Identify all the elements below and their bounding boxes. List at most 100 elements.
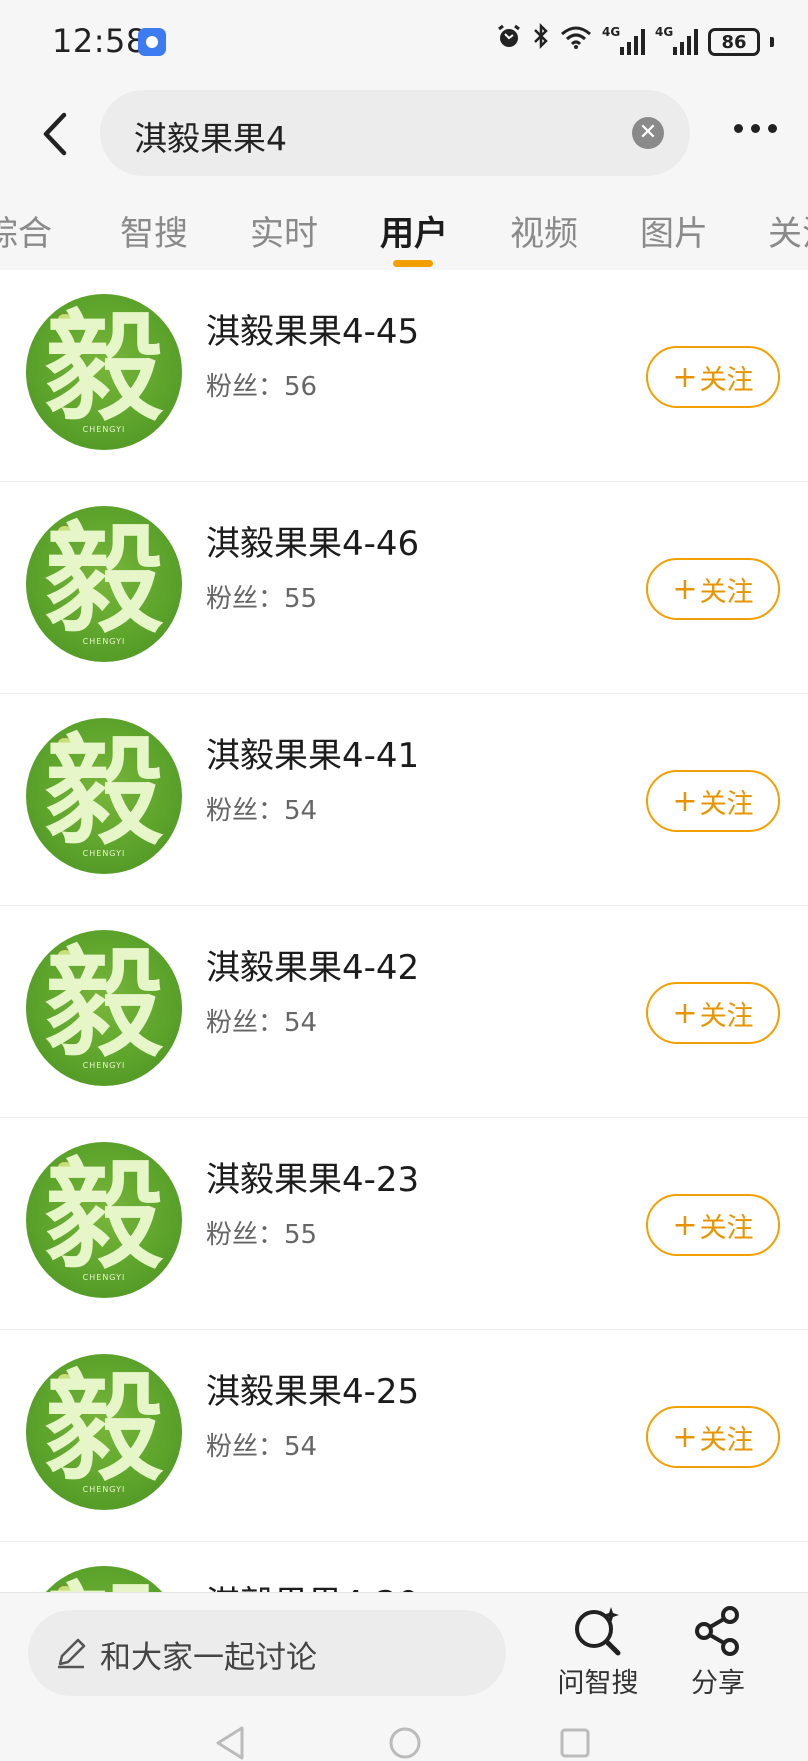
tab-comprehensive[interactable]: 综合 [0, 206, 52, 255]
follow-label: 关注 [699, 788, 754, 820]
follow-button[interactable]: + 关注 [646, 558, 780, 620]
avatar-caption: CHENGYI [82, 425, 126, 434]
status-time: 12:58 [52, 22, 147, 60]
share-icon [695, 1606, 739, 1656]
tab-videos[interactable]: 视频 [510, 206, 578, 255]
app-notification-icon [138, 28, 166, 56]
follow-label: 关注 [699, 1000, 754, 1032]
chevron-left-icon [43, 112, 67, 156]
user-row[interactable]: 毅 CHENGYI 淇毅果果4-23 粉丝：55 + 关注 [0, 1118, 808, 1330]
avatar[interactable]: 毅 [26, 1566, 182, 1592]
system-nav-bar [0, 1712, 808, 1761]
share-label: 分享 [691, 1668, 745, 1699]
user-name[interactable]: 淇毅果果4-25 [206, 1364, 419, 1413]
tab-realtime[interactable]: 实时 [250, 206, 318, 255]
status-bar: 12:58 4G 4G 86 [0, 0, 808, 84]
clear-search-button[interactable]: ✕ [632, 117, 664, 149]
follow-button[interactable]: + 关注 [646, 982, 780, 1044]
plus-icon: + [672, 359, 698, 395]
search-tabs: 综合 智搜 实时 用户 视频 图片 关注 [0, 184, 808, 270]
comment-input[interactable]: 和大家一起讨论 [28, 1610, 506, 1696]
avatar-caption: CHENGYI [82, 1273, 126, 1282]
wifi-icon [560, 22, 592, 62]
plus-icon: + [672, 1207, 698, 1243]
bottom-action-bar: 和大家一起讨论 问智搜 分享 [0, 1592, 808, 1712]
user-row[interactable]: 毅 CHENGYI 淇毅果果4-42 粉丝：54 + 关注 [0, 906, 808, 1118]
user-name[interactable]: 淇毅果果4-41 [206, 728, 419, 777]
avatar[interactable]: 毅 CHENGYI [26, 1142, 182, 1298]
avatar-caption: CHENGYI [82, 637, 126, 646]
search-input[interactable]: 淇毅果果4 ✕ [100, 90, 690, 176]
avatar-char: 毅 [44, 934, 163, 1073]
user-followers-count: 粉丝：56 [206, 372, 318, 402]
user-followers-count: 粉丝：54 [206, 1432, 318, 1462]
follow-button[interactable]: + 关注 [646, 1194, 780, 1256]
user-name[interactable]: 淇毅果果4-42 [206, 940, 419, 989]
user-name[interactable]: 淇毅果果4-46 [206, 516, 419, 565]
user-row[interactable]: 毅 CHENGYI 淇毅果果4-46 粉丝：55 + 关注 [0, 482, 808, 694]
follow-button[interactable]: + 关注 [646, 346, 780, 408]
search-query[interactable]: 淇毅果果4 [134, 112, 287, 160]
avatar[interactable]: 毅 CHENGYI [26, 506, 182, 662]
user-followers-count: 粉丝：55 [206, 1220, 318, 1250]
tab-smart-search[interactable]: 智搜 [120, 206, 188, 255]
user-row[interactable]: 毅 CHENGYI 淇毅果果4-45 粉丝：56 + 关注 [0, 270, 808, 482]
back-button[interactable] [30, 106, 80, 162]
user-row[interactable]: 毅 CHENGYI 淇毅果果4-25 粉丝：54 + 关注 [0, 1330, 808, 1542]
user-row[interactable]: 毅 CHENGYI 淇毅果果4-41 粉丝：54 + 关注 [0, 694, 808, 906]
user-name[interactable]: 淇毅果果4-45 [206, 304, 419, 353]
alarm-icon [496, 22, 522, 62]
user-name[interactable]: 淇毅果果4-23 [206, 1152, 419, 1201]
avatar-char: 毅 [26, 1576, 182, 1593]
avatar-caption: CHENGYI [82, 1485, 126, 1494]
avatar-char: 毅 [44, 1146, 163, 1285]
plus-icon: + [672, 1419, 698, 1455]
plus-icon: + [672, 995, 698, 1031]
avatar-char: 毅 [44, 1358, 163, 1497]
battery-level: 86 [708, 28, 760, 56]
avatar-char: 毅 [44, 298, 163, 437]
user-name[interactable]: 淇毅果果4-20 [206, 1576, 419, 1592]
avatar-char: 毅 [44, 722, 163, 861]
follow-label: 关注 [699, 1424, 754, 1456]
signal-icon: 4G [602, 25, 645, 55]
tab-active-indicator [393, 260, 433, 267]
bluetooth-icon [532, 22, 550, 62]
share-button[interactable]: 分享 [668, 1603, 768, 1703]
tab-following[interactable]: 关注 [768, 206, 808, 255]
network-type-label: 4G [655, 25, 674, 39]
avatar-char: 毅 [44, 510, 163, 649]
follow-label: 关注 [699, 576, 754, 608]
follow-label: 关注 [699, 364, 754, 396]
ask-smart-search-label: 问智搜 [557, 1668, 639, 1699]
tab-images[interactable]: 图片 [640, 206, 708, 255]
avatar[interactable]: 毅 CHENGYI [26, 1354, 182, 1510]
user-followers-count: 粉丝：54 [206, 796, 318, 826]
status-icons: 4G 4G 86 [496, 22, 774, 62]
user-row[interactable]: 毅 淇毅果果4-20 [0, 1542, 808, 1592]
tab-users[interactable]: 用户 [380, 206, 448, 255]
ask-smart-search-button[interactable]: 问智搜 [548, 1603, 648, 1703]
network-type-label: 4G [602, 25, 621, 39]
avatar[interactable]: 毅 CHENGYI [26, 718, 182, 874]
follow-button[interactable]: + 关注 [646, 770, 780, 832]
nav-home-icon[interactable] [388, 1726, 422, 1760]
smart-search-icon [575, 1607, 621, 1656]
follow-label: 关注 [699, 1212, 754, 1244]
user-list: 毅 CHENGYI 淇毅果果4-45 粉丝：56 + 关注 毅 CHENGYI … [0, 270, 808, 1592]
signal-icon: 4G [655, 25, 698, 55]
search-header: 淇毅果果4 ✕ [0, 84, 808, 184]
avatar[interactable]: 毅 CHENGYI [26, 294, 182, 450]
nav-back-icon[interactable] [214, 1726, 248, 1760]
nav-recents-icon[interactable] [558, 1726, 592, 1760]
battery-icon: 86 [708, 28, 774, 56]
more-options-button[interactable] [734, 124, 777, 133]
comment-placeholder: 和大家一起讨论 [100, 1640, 317, 1676]
plus-icon: + [672, 571, 698, 607]
user-followers-count: 粉丝：54 [206, 1008, 318, 1038]
avatar[interactable]: 毅 CHENGYI [26, 930, 182, 1086]
avatar-caption: CHENGYI [82, 1061, 126, 1070]
pencil-icon [58, 1638, 86, 1669]
avatar-caption: CHENGYI [82, 849, 126, 858]
follow-button[interactable]: + 关注 [646, 1406, 780, 1468]
